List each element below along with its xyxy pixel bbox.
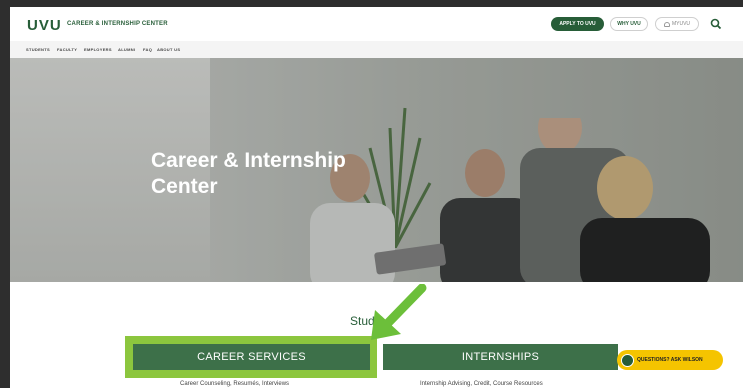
site-header: UVU CAREER & INTERNSHIP CENTER APPLY TO …	[10, 7, 743, 41]
user-icon	[663, 21, 670, 27]
site-title-link[interactable]: CAREER & INTERNSHIP CENTER	[67, 21, 168, 27]
internships-button[interactable]: INTERNSHIPS	[383, 344, 618, 370]
nav-item-students[interactable]: STUDENTS	[26, 47, 50, 52]
nav-item-employers[interactable]: EMPLOYERS	[84, 47, 112, 52]
wolverine-mascot-icon	[621, 353, 634, 367]
myuvu-label: MYUVU	[671, 21, 691, 27]
uvu-logo[interactable]: UVU	[27, 17, 62, 34]
nav-item-faculty[interactable]: FACULTY	[57, 47, 77, 52]
hero-banner: Career & Internship Center	[10, 58, 743, 282]
main-nav: STUDENTS FACULTY EMPLOYERS ALUMNI FAQ AB…	[10, 41, 743, 58]
apply-to-uvu-button[interactable]: APPLY TO UVU	[551, 17, 604, 31]
career-services-subtitle: Career Counseling, Resumés, Interviews	[180, 381, 290, 387]
internships-subtitle: Internship Advising, Credit, Course Reso…	[420, 381, 543, 387]
why-uvu-button[interactable]: WHY UVU	[610, 17, 648, 31]
nav-item-alumni[interactable]: ALUMNI	[118, 47, 135, 52]
hero-title: Career & Internship Center	[151, 149, 346, 198]
search-icon[interactable]	[710, 18, 722, 30]
nav-item-faq[interactable]: FAQ	[143, 47, 152, 52]
nav-item-about-us[interactable]: ABOUT US	[157, 47, 180, 52]
myuvu-button[interactable]: MYUVU	[655, 17, 699, 31]
chat-label: QUESTIONS? ASK WILSON	[637, 357, 703, 363]
career-services-button[interactable]: CAREER SERVICES	[133, 344, 370, 370]
ask-wilson-chat-button[interactable]: QUESTIONS? ASK WILSON	[617, 350, 723, 370]
annotation-arrow-icon	[371, 284, 427, 340]
